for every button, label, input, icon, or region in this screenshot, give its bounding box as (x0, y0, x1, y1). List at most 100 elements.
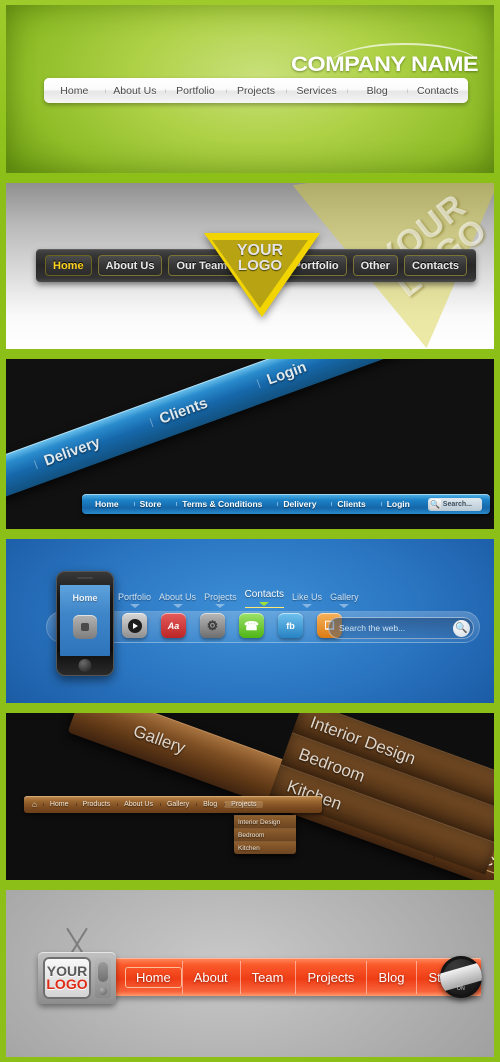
label-text: Portfolio (118, 592, 152, 602)
orange-nav-team[interactable]: Team (239, 960, 296, 994)
power-button-icon[interactable]: ON (440, 956, 482, 998)
play-icon[interactable] (122, 613, 147, 638)
iphone-device: Home (56, 571, 114, 676)
panel-blue-diagonal-nav: s Delivery Clients Login 🔍 Search... Hom… (0, 354, 500, 534)
panel-tv-orange-nav: YOUR LOGO Home About Team Projects Blog … (0, 885, 500, 1062)
blue-nav-delivery[interactable]: Delivery (277, 499, 321, 509)
phone-home-label: Home (72, 593, 98, 603)
nav-item-home[interactable]: Home (44, 85, 105, 97)
tv-logo: YOUR LOGO (38, 952, 116, 1004)
nav-button-about-us[interactable]: About Us (97, 255, 163, 276)
dock-labels: Portfolio About Us Projects Contacts Lik… (118, 589, 359, 608)
panel-iphone-dock-nav: Home Portfolio About Us Projects Contact… (0, 534, 500, 708)
power-label: ON (456, 986, 466, 992)
blue-nav-login[interactable]: Login (380, 499, 415, 509)
blue-nav-clients[interactable]: Clients (331, 499, 370, 509)
dock-label-contacts[interactable]: Contacts (244, 589, 285, 608)
label-text: Contacts (244, 589, 285, 600)
tv-logo-line2: LOGO (46, 976, 88, 992)
phone-icon[interactable]: ☎ (239, 613, 264, 638)
nav-item-contacts[interactable]: Contacts (407, 85, 468, 97)
wood-nav-products[interactable]: Products (75, 801, 118, 808)
panel1-background: COMPANY NAME Home About Us Portfolio Pro… (6, 5, 494, 173)
nav-button-other[interactable]: Other (352, 255, 398, 276)
search-icon[interactable]: 🔍 (453, 619, 470, 637)
nav-button-home[interactable]: Home (45, 255, 92, 276)
tv-control-panel (95, 958, 111, 998)
wood-nav-gallery[interactable]: Gallery (159, 801, 196, 808)
orange-nav-blog[interactable]: Blog (366, 960, 416, 994)
wood-submenu-diagonal[interactable]: Interior Design Bedroom Kitchen (268, 713, 494, 875)
dock-label-like-us[interactable]: Like Us (292, 592, 322, 608)
tv-knob-large (98, 962, 108, 982)
chevron-down-icon (172, 604, 183, 608)
navbar-orange[interactable]: Home About Team Projects Blog Stream (111, 958, 481, 996)
navbar-wood[interactable]: ⌂ Home Products About Us Gallery Blog Pr… (24, 796, 322, 813)
chevron-down-icon (129, 604, 140, 608)
diag-item-clients[interactable]: Clients (153, 393, 213, 429)
web-search-placeholder: Search the web... (339, 623, 406, 633)
blue-nav-home[interactable]: Home (90, 499, 124, 509)
panel5-background: Gallery Blog Projects Interior Design Be… (6, 713, 494, 880)
wood-nav-home[interactable]: Home (42, 801, 76, 808)
dropdown-item-kitchen[interactable]: Kitchen (234, 841, 296, 854)
phone-speaker (77, 577, 93, 579)
navbar-white[interactable]: Home About Us Portfolio Projects Service… (44, 78, 468, 103)
nav-item-projects[interactable]: Projects (225, 85, 287, 97)
dropdown-item-bedroom[interactable]: Bedroom (234, 828, 296, 841)
dropdown-item-interior-design[interactable]: Interior Design (234, 815, 296, 828)
navbar-blue[interactable]: Home Store Terms & Conditions Delivery C… (82, 494, 490, 514)
chevron-down-icon (302, 604, 313, 608)
phone-home-button[interactable] (78, 659, 92, 672)
wood-nav-blog[interactable]: Blog (196, 801, 224, 808)
panel4-background: Home Portfolio About Us Projects Contact… (6, 539, 494, 703)
blue-search-placeholder: Search... (442, 500, 472, 508)
logo-line1: YOUR (236, 242, 284, 259)
nav-item-portfolio[interactable]: Portfolio (165, 85, 226, 97)
panel-dark-triangle-nav: YOUR LOGO Home About Us Our Team Portfol… (0, 178, 500, 354)
label-text: Gallery (330, 592, 359, 602)
panel2-background: YOUR LOGO Home About Us Our Team Portfol… (6, 183, 494, 349)
diag-item-delivery[interactable]: Delivery (38, 432, 106, 471)
label-text: About Us (159, 592, 197, 602)
panel-wood-nav: Gallery Blog Projects Interior Design Be… (0, 708, 500, 885)
phone-screen: Home (60, 585, 110, 656)
nav-item-blog[interactable]: Blog (346, 85, 408, 97)
showcase-page: COMPANY NAME Home About Us Portfolio Pro… (0, 0, 500, 1062)
dock-label-portfolio[interactable]: Portfolio (118, 592, 151, 608)
search-icon: 🔍 (429, 498, 441, 510)
blue-search-box[interactable]: 🔍 Search... (427, 497, 482, 511)
dock-label-gallery[interactable]: Gallery (330, 592, 359, 608)
orange-nav-about[interactable]: About (181, 960, 240, 994)
panel-green-company-nav: COMPANY NAME Home About Us Portfolio Pro… (0, 0, 500, 178)
panel3-background: s Delivery Clients Login 🔍 Search... Hom… (6, 359, 494, 529)
dock-label-projects[interactable]: Projects (204, 592, 237, 608)
wood-dropdown-menu[interactable]: Interior Design Bedroom Kitchen (234, 815, 296, 854)
dock-label-about-us[interactable]: About Us (159, 592, 196, 608)
blue-nav-terms[interactable]: Terms & Conditions (176, 499, 267, 509)
nav-button-contacts[interactable]: Contacts (403, 255, 467, 276)
facebook-icon[interactable]: fb (278, 613, 303, 638)
home-icon[interactable]: ⌂ (26, 800, 43, 809)
orange-nav-projects[interactable]: Projects (295, 960, 366, 994)
orange-nav-home[interactable]: Home (125, 966, 182, 988)
wood-nav-about-us[interactable]: About Us (117, 801, 160, 808)
gears-icon[interactable]: ⚙ (200, 613, 225, 638)
web-search-field[interactable]: Search the web... 🔍 (328, 617, 474, 639)
tv-screen: YOUR LOGO (43, 957, 91, 999)
navbar-blue-diagonal[interactable]: s Delivery Clients Login 🔍 Search... (6, 359, 480, 516)
book-aa-icon[interactable]: Aa (161, 613, 186, 638)
chevron-down-icon (339, 604, 350, 608)
blue-nav-store[interactable]: Store (133, 499, 167, 509)
chevron-down-icon (259, 602, 270, 606)
logo-text: YOUR LOGO (212, 242, 308, 274)
logo-line2: LOGO (237, 257, 283, 274)
nav-item-about-us[interactable]: About Us (104, 85, 166, 97)
diag-item-login[interactable]: Login (261, 359, 313, 389)
wood-diag-gallery[interactable]: Gallery (121, 718, 197, 762)
company-name-logo: COMPANY NAME (290, 53, 479, 76)
home-app-icon[interactable] (73, 615, 97, 639)
nav-item-services[interactable]: Services (286, 85, 347, 97)
wood-nav-projects[interactable]: Projects (224, 801, 264, 808)
dock-icon-row: Aa ⚙ ☎ fb ❑ (122, 613, 342, 638)
